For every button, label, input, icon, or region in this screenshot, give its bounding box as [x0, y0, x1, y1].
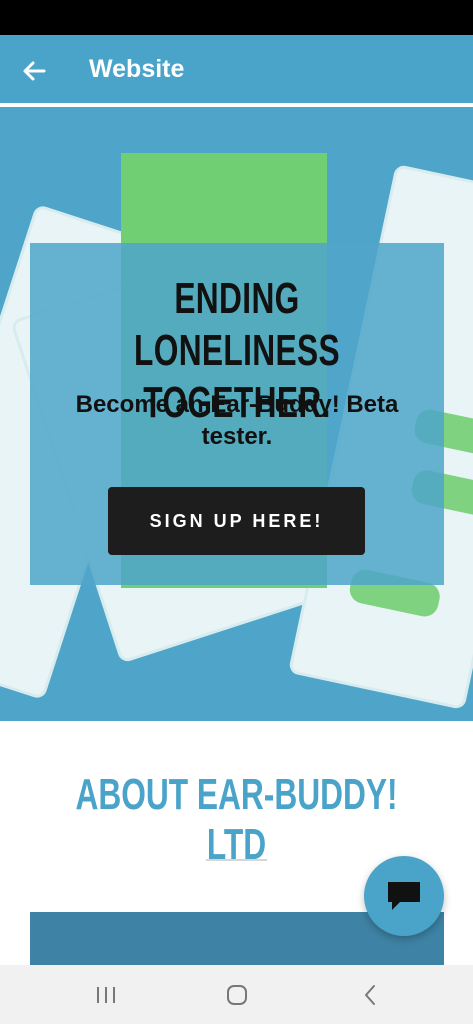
arrow-left-icon[interactable]: [18, 55, 50, 87]
app-bar: Website: [0, 35, 473, 105]
home-icon[interactable]: [222, 981, 252, 1009]
page-title: Website: [89, 55, 185, 83]
hero-subheadline: Become an Ear-Buddy! Beta tester.: [75, 391, 399, 450]
back-icon[interactable]: [356, 981, 386, 1009]
chat-icon: [388, 882, 420, 910]
chat-button[interactable]: [364, 856, 444, 936]
status-bar: [0, 0, 473, 35]
sign-up-button[interactable]: SIGN UP HERE!: [108, 487, 365, 555]
recents-icon[interactable]: [91, 981, 121, 1009]
system-nav-bar: [0, 965, 473, 1024]
divider: [206, 859, 267, 861]
hero-banner: ENDING LONELINESS TOGETHER. Become an Ea…: [0, 107, 473, 721]
about-heading: ABOUT EAR-BUDDY! LTD: [75, 770, 398, 869]
